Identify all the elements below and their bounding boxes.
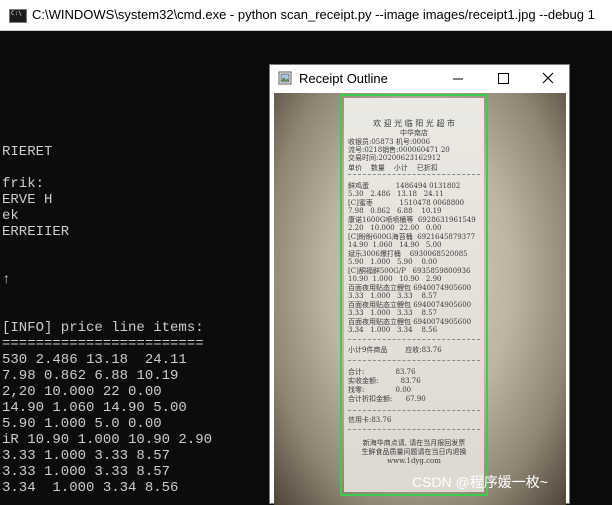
receipt-outline-titlebar[interactable]: Receipt Outline (270, 65, 569, 93)
receipt-item-line: [C]酮福鲜500G/P 6935859800936 (348, 267, 471, 275)
receipt-item-line: 鲜鸡蛋 1486494 0131802 (348, 182, 461, 190)
minimize-button[interactable] (438, 65, 478, 93)
receipt-item-line: 百面夜用贴态立鲤包 6940074905600 (348, 301, 472, 309)
cmd-line: iR 10.90 1.000 10.90 2.90 (2, 432, 213, 448)
maximize-icon (498, 73, 509, 84)
cmd-line: 7.98 0.862 6.88 10.19 (2, 368, 179, 384)
receipt-item-line: 3.33 1.000 3.33 8.57 (348, 292, 438, 300)
receipt-footer-line: 新海华商点请, 请在当月报回发票 (362, 439, 466, 447)
image-viewer-icon (278, 71, 292, 85)
receipt-total-line: 实收金额: 83.76 (348, 377, 421, 385)
cmd-line: 3.34 1.000 3.34 8.56 (2, 480, 179, 496)
receipt-item-line: 斌乐3006爆打桶 6930068520085 (348, 250, 468, 258)
cmd-line: 530 2.486 13.18 24.11 (2, 352, 187, 368)
minimize-icon (453, 78, 463, 80)
receipt-divider (348, 429, 480, 430)
cmd-line: ERVE H (2, 192, 53, 208)
receipt-item-line: 7.98 0.862 6.88 10.19 (348, 207, 442, 215)
close-icon (542, 72, 554, 84)
receipt-divider (348, 174, 480, 175)
cmd-line: 3.33 1.000 3.33 8.57 (2, 448, 171, 464)
cmd-line: 5.90 1.000 5.0 0.00 (2, 416, 162, 432)
cmd-output[interactable]: RIERET frik: ERVE H ek ERREIIER ↑ [INFO]… (2, 0, 267, 504)
receipt-outline-title: Receipt Outline (299, 71, 388, 86)
receipt-meta-line: 交易时间:20200623162912 (348, 154, 441, 162)
receipt-divider (348, 410, 480, 411)
receipt-divider (348, 360, 480, 361)
receipt-item-line: 2.20 10.000 22.00 0.00 (348, 224, 442, 232)
cmd-line: ERREIIER (2, 224, 70, 240)
receipt-item-line: [C]盼盼600G海苔桶 6921645879377 (348, 233, 476, 241)
cmd-line: ======================== (2, 336, 204, 352)
receipt-image: 欢 迎 光 临 阳 光 超 市 中华南店 收银员:05873 机号:0006 流… (274, 93, 566, 505)
csdn-watermark: CSDN @程序媛一枚~ (412, 474, 548, 490)
receipt-divider (348, 339, 480, 340)
receipt-item-line: 10.90 1.000 10.90 2.90 (348, 275, 442, 283)
receipt-footer-line: 生鲜食品质量问题请在当日内退换 (361, 448, 467, 456)
cmd-line: 2,20 10.000 22 0.00 (2, 384, 162, 400)
cmd-line: 14.90 1.060 14.90 5.00 (2, 400, 187, 416)
cmd-line: frik: (2, 176, 45, 192)
receipt-item-line: 康诺1600G喷喷桶等 6928631961549 (348, 216, 476, 224)
receipt-item-line: 14.90 1.060 14.90 5.00 (348, 241, 442, 249)
receipt-item-line: 3.34 1.000 3.34 8.56 (348, 326, 438, 334)
receipt-outline-window: Receipt Outline 欢 迎 光 临 阳 光 超 市 中华南店 收银员… (269, 64, 570, 505)
receipt-outline-contour: 欢 迎 光 临 阳 光 超 市 中华南店 收银员:05873 机号:0006 流… (340, 94, 488, 496)
receipt-item-line: 5.90 1.000 5.90 0.00 (348, 258, 438, 266)
receipt-total-line: 合计: 83.76 (348, 368, 416, 376)
receipt-item-line: 5.30 2.486 13.18 24.11 (348, 190, 444, 198)
receipt-paper: 欢 迎 光 临 阳 光 超 市 中华南店 收银员:05873 机号:0006 流… (344, 98, 484, 492)
receipt-item-line: 百面夜用贴态立鲤包 6940074905600 (348, 284, 472, 292)
cmd-line: RIERET (2, 144, 53, 160)
cmd-line: 3.33 1.000 3.33 8.57 (2, 464, 171, 480)
receipt-store-name: 欢 迎 光 临 阳 光 超 市 (373, 119, 455, 128)
receipt-card-line: 信用卡:83.76 (348, 416, 392, 424)
cmd-line: ↑ (2, 272, 11, 288)
receipt-meta-line: 收银员:05873 机号:0006 (348, 138, 431, 146)
receipt-branch: 中华南店 (400, 129, 428, 137)
cmd-line: [INFO] price line items: (2, 320, 204, 336)
receipt-item-line: [C]蜜枣 1510478 0068800 (348, 199, 465, 207)
maximize-button[interactable] (483, 65, 523, 93)
receipt-count-line: 小计9件商品 应收:83.76 (348, 346, 442, 354)
cmd-line: ek (2, 208, 19, 224)
receipt-meta-line: 流号:0218销售:000060471 20 (348, 146, 450, 154)
receipt-footer-line: www.1dyg.com (387, 457, 441, 465)
receipt-total-line: 找零: 0.00 (348, 386, 412, 394)
receipt-item-line: 3.33 1.000 3.33 8.57 (348, 309, 438, 317)
close-button[interactable] (528, 65, 568, 93)
receipt-column-header: 单价 数量 小计 已折扣 (348, 164, 438, 172)
receipt-item-line: 百面夜用贴态立鲤包 6940074905600 (348, 318, 472, 326)
receipt-total-line: 合计折扣金额: 67.90 (348, 395, 426, 403)
